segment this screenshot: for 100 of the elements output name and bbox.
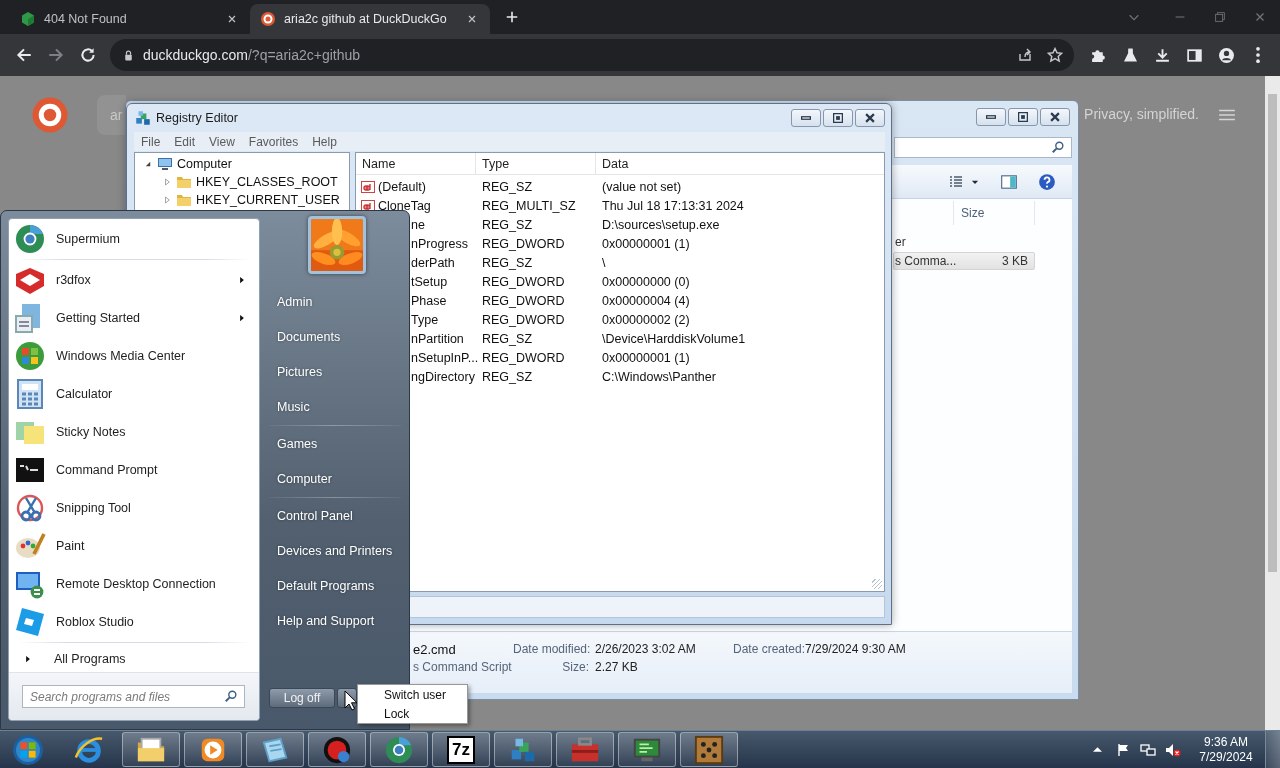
table-cell-text: REG_DWORD bbox=[481, 312, 566, 327]
program-item[interactable]: Command Prompt bbox=[9, 451, 259, 489]
program-item[interactable]: Supermium bbox=[9, 220, 259, 258]
taskbar-button[interactable] bbox=[680, 732, 738, 767]
resize-grip[interactable] bbox=[872, 579, 882, 589]
list-view-icon bbox=[948, 173, 964, 190]
taskbar-button[interactable] bbox=[494, 732, 552, 767]
search-field[interactable] bbox=[894, 136, 1072, 158]
menu-item[interactable]: View bbox=[202, 134, 242, 149]
taskbar-button[interactable] bbox=[370, 732, 428, 767]
file-row[interactable]: s Comma... 3 KB bbox=[893, 252, 1035, 270]
program-item[interactable]: Getting Started bbox=[9, 299, 259, 337]
scrollbar[interactable] bbox=[1265, 76, 1280, 730]
maximize-button[interactable] bbox=[823, 109, 853, 127]
program-item[interactable]: r3dfox bbox=[9, 261, 259, 299]
column-header[interactable]: Type bbox=[476, 153, 596, 174]
table-cell-text: 0x00000002 (2) bbox=[601, 312, 691, 327]
table-cell-text: REG_SZ bbox=[481, 255, 533, 270]
taskbar-button[interactable] bbox=[184, 732, 242, 767]
table-cell-text: 0x00000004 (4) bbox=[601, 293, 691, 308]
tree-item[interactable]: HKEY_CLASSES_ROOT bbox=[135, 173, 349, 191]
program-item[interactable]: Sticky Notes bbox=[9, 413, 259, 451]
taskbar-button[interactable] bbox=[246, 732, 304, 767]
field-label: Date created: bbox=[733, 642, 805, 658]
table-cell-text: D:\sources\setup.exe bbox=[601, 217, 721, 232]
address-bar[interactable]: duckduckgo.com/?q=aria2c+github bbox=[109, 39, 1075, 71]
taskbar-button[interactable] bbox=[618, 732, 676, 767]
tree-item[interactable]: HKEY_CURRENT_USER bbox=[135, 191, 349, 209]
table-cell-text: REG_SZ bbox=[481, 179, 533, 194]
program-item[interactable]: Remote Desktop Connection bbox=[9, 565, 259, 603]
download-icon bbox=[1153, 46, 1171, 64]
tab-title: 404 Not Found bbox=[44, 12, 128, 26]
start-menu-link[interactable]: Default Programs bbox=[269, 569, 409, 604]
table-cell-text: REG_SZ bbox=[481, 331, 533, 346]
all-programs-item[interactable]: All Programs bbox=[9, 646, 259, 672]
windows-logo-icon bbox=[14, 340, 46, 372]
program-item[interactable]: Paint bbox=[9, 527, 259, 565]
start-menu-link[interactable]: Music bbox=[269, 390, 409, 425]
taskbar-button[interactable] bbox=[308, 732, 366, 767]
field-label: Date modified: bbox=[513, 642, 592, 658]
tagline: Privacy, simplified. bbox=[1084, 106, 1199, 122]
column-header[interactable]: Name bbox=[356, 153, 476, 174]
table-cell-text: C:\Windows\Panther bbox=[601, 369, 717, 384]
table-cell-text: Thu Jul 18 17:13:31 2024 bbox=[601, 198, 745, 213]
column-header[interactable]: Size bbox=[953, 201, 1035, 225]
start-menu-link[interactable]: Help and Support bbox=[269, 604, 409, 639]
menu-item[interactable]: Switch user bbox=[358, 686, 467, 705]
restore-icon bbox=[1213, 10, 1227, 24]
maximize-icon bbox=[833, 113, 843, 123]
menu-item[interactable]: Help bbox=[305, 134, 344, 149]
program-item[interactable]: Windows Media Center bbox=[9, 337, 259, 375]
column-header[interactable]: Data bbox=[596, 153, 884, 174]
table-cell-text: ne bbox=[410, 217, 426, 232]
forward-arrow-icon bbox=[46, 46, 65, 64]
minimize-button[interactable] bbox=[791, 109, 821, 127]
browser-tab[interactable]: 404 Not Found bbox=[10, 4, 250, 34]
taskbar-button[interactable] bbox=[122, 732, 180, 767]
table-cell-text: \Device\HarddiskVolume1 bbox=[601, 331, 747, 346]
scrollbar-thumb[interactable] bbox=[1268, 94, 1277, 572]
table-cell-text: REG_SZ bbox=[481, 217, 533, 232]
browser-tab[interactable]: aria2c github at DuckDuckGo bbox=[250, 4, 490, 34]
flask-icon bbox=[1121, 46, 1139, 64]
person-icon bbox=[1217, 46, 1235, 64]
close-icon bbox=[466, 13, 478, 25]
tree-item[interactable]: Computer bbox=[135, 155, 349, 173]
file-row[interactable]: er bbox=[893, 233, 1035, 251]
menu-item[interactable]: File bbox=[134, 134, 168, 149]
log-off-button[interactable]: Log off bbox=[269, 688, 335, 708]
program-item[interactable]: Calculator bbox=[9, 375, 259, 413]
menu-item[interactable]: Edit bbox=[167, 134, 203, 149]
start-menu-link[interactable]: Documents bbox=[269, 320, 409, 355]
search-icon bbox=[224, 689, 238, 703]
menu-item[interactable]: Lock bbox=[358, 705, 467, 724]
ring-icon bbox=[74, 734, 104, 765]
start-menu-link[interactable]: Computer bbox=[269, 462, 409, 497]
start-menu-link[interactable]: Control Panel bbox=[269, 499, 409, 534]
table-cell-text: ngDirectory bbox=[410, 369, 476, 384]
start-menu-link[interactable]: Games bbox=[269, 427, 409, 462]
back-arrow-icon bbox=[15, 46, 33, 64]
program-item[interactable]: Roblox Studio bbox=[9, 603, 259, 641]
start-menu-link[interactable]: Admin bbox=[269, 285, 409, 320]
start-menu-link[interactable]: Devices and Printers bbox=[269, 534, 409, 569]
minimize-button[interactable] bbox=[976, 108, 1006, 126]
close-button[interactable] bbox=[855, 109, 885, 127]
maximize-button[interactable] bbox=[1008, 108, 1038, 126]
search-field[interactable]: Search programs and files bbox=[22, 685, 245, 708]
share-icon bbox=[1017, 47, 1034, 63]
field-value: 2.27 KB bbox=[595, 660, 639, 676]
taskbar-button[interactable]: 7z bbox=[432, 732, 490, 767]
start-menu-link[interactable]: Pictures bbox=[269, 355, 409, 390]
registry-cubes-icon bbox=[134, 109, 152, 127]
duck-logo-icon bbox=[30, 95, 70, 135]
clock[interactable]: 9:36 AM 7/29/2024 bbox=[1191, 734, 1261, 765]
program-item[interactable]: Snipping Tool bbox=[9, 489, 259, 527]
menu-item[interactable]: Favorites bbox=[241, 134, 306, 149]
url-text: duckduckgo.com/?q=aria2c+github bbox=[142, 47, 361, 63]
duck-logo-icon bbox=[260, 11, 276, 27]
search-icon bbox=[1051, 140, 1065, 154]
network-icon bbox=[1139, 741, 1156, 758]
close-button[interactable] bbox=[1040, 108, 1070, 126]
